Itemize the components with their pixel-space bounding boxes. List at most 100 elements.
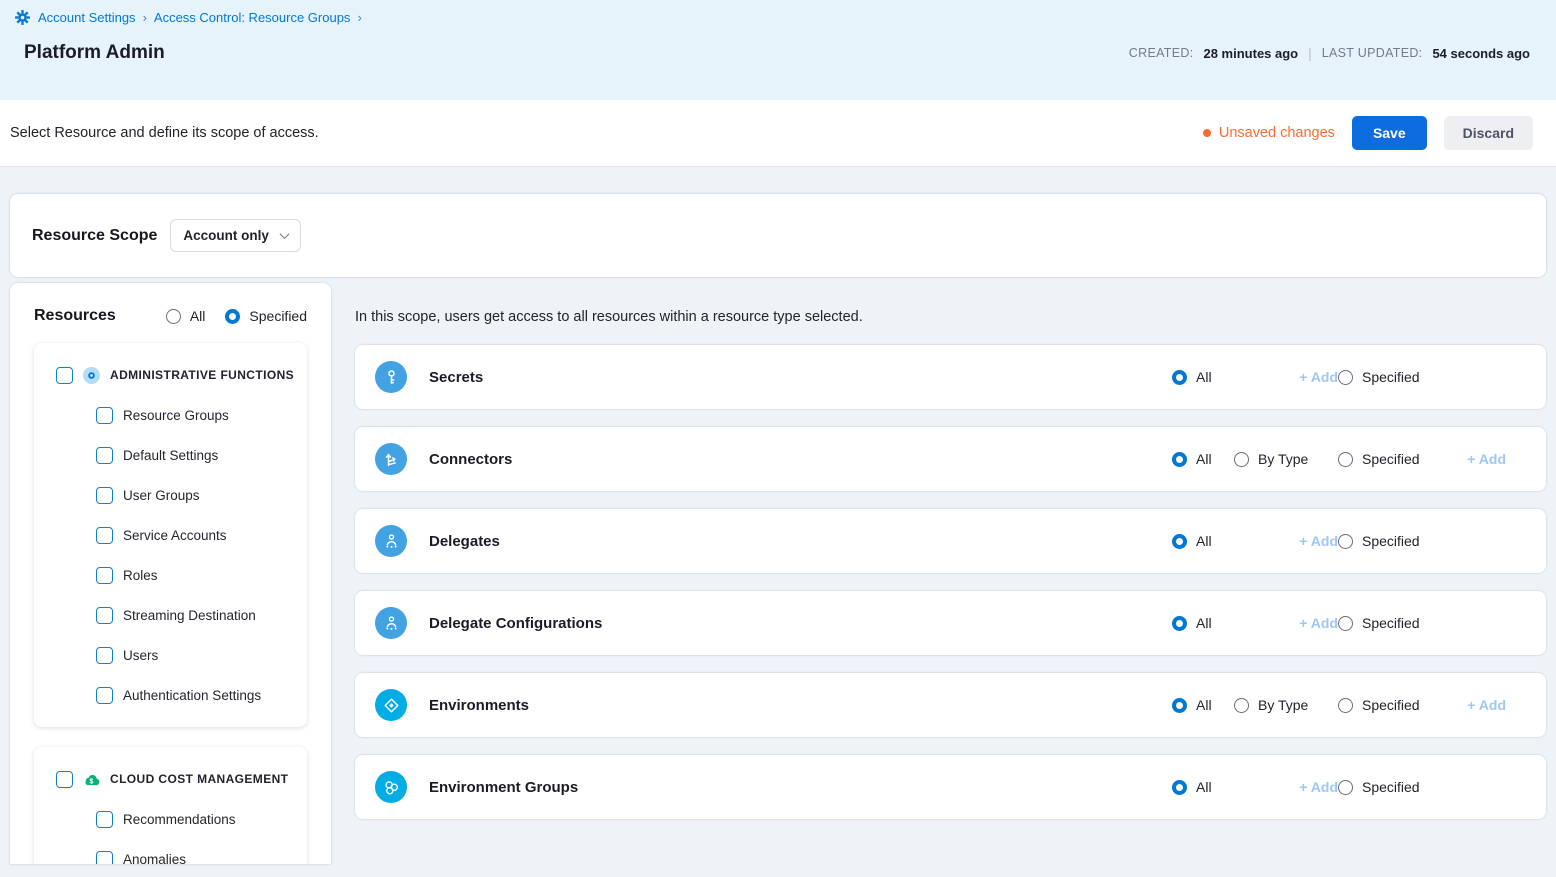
option-label: Specified [1362,451,1420,467]
connector-icon [375,443,407,475]
item-checkbox[interactable] [96,607,113,624]
option-label: By Type [1258,451,1308,467]
option-all[interactable]: All [1172,533,1234,549]
option-by-type[interactable]: By Type [1234,451,1338,467]
radio-icon[interactable] [1172,698,1187,713]
radio-icon[interactable] [1234,698,1249,713]
mode-option-label: All [190,308,206,324]
resource-tree-item[interactable]: Anomalies [34,839,307,864]
breadcrumb-access-control[interactable]: Access Control: Resource Groups [154,10,351,25]
save-button[interactable]: Save [1352,116,1427,150]
resource-tree-item[interactable]: Streaming Destination [34,595,307,635]
option-specified[interactable]: Specified [1338,615,1450,631]
resource-tree-item[interactable]: Authentication Settings [34,675,307,715]
breadcrumb-account-settings[interactable]: Account Settings [38,10,136,25]
item-checkbox[interactable] [96,447,113,464]
option-all[interactable]: All [1172,697,1234,713]
delegate-configurations-icon [375,607,407,639]
meta-divider: | [1308,45,1312,61]
option-label: Specified [1362,369,1420,385]
option-all[interactable]: All [1172,369,1234,385]
resource-tree-item-label: Streaming Destination [123,608,256,623]
resource-tree-item-label: Recommendations [123,812,236,827]
resources-mode-all[interactable]: All [166,308,206,324]
resource-tree-item-label: Roles [123,568,158,583]
resource-group-item[interactable]: $CLOUD COST MANAGEMENT [34,759,307,799]
item-checkbox[interactable] [96,407,113,424]
option-specified[interactable]: Specified [1338,697,1450,713]
timestamps: CREATED: 28 minutes ago | LAST UPDATED: … [1129,45,1530,61]
resource-tree-item[interactable]: User Groups [34,475,307,515]
radio-icon[interactable] [1338,534,1353,549]
resource-tree-item[interactable]: Roles [34,555,307,595]
unsaved-changes-badge: Unsaved changes [1203,125,1335,141]
radio-icon[interactable] [1172,616,1187,631]
resource-tree-item[interactable]: Recommendations [34,799,307,839]
item-checkbox[interactable] [96,527,113,544]
delegates-icon [375,525,407,557]
option-by-type[interactable]: By Type [1234,697,1338,713]
resource-tree-item[interactable]: Resource Groups [34,395,307,435]
resources-sidebar: Resources AllSpecified ADMINISTRATIVE FU… [10,283,331,864]
add-link[interactable]: + Add [1299,779,1338,795]
radio-icon[interactable] [1234,452,1249,467]
option-specified[interactable]: Specified [1338,369,1450,385]
option-label: By Type [1258,697,1308,713]
resource-group-item[interactable]: ADMINISTRATIVE FUNCTIONS [34,355,307,395]
option-label: All [1196,615,1212,631]
breadcrumb-separator: › [143,10,147,25]
option-label: Specified [1362,697,1420,713]
item-checkbox[interactable] [96,811,113,828]
radio-icon[interactable] [225,309,240,324]
svg-text:$: $ [89,777,93,785]
mode-option-label: Specified [249,308,307,324]
discard-button[interactable]: Discard [1444,116,1533,150]
radio-icon[interactable] [1338,452,1353,467]
resources-mode-specified[interactable]: Specified [225,308,307,324]
resource-tree-item-label: Default Settings [123,448,218,463]
option-all[interactable]: All [1172,451,1234,467]
radio-icon[interactable] [1338,370,1353,385]
radio-icon[interactable] [1172,534,1187,549]
resource-tree-item[interactable]: Default Settings [34,435,307,475]
add-link[interactable]: + Add [1299,533,1338,549]
resources-tree: ADMINISTRATIVE FUNCTIONSResource Groups D… [34,343,307,864]
resource-scope-dropdown[interactable]: Account only [170,219,301,252]
radio-icon[interactable] [1338,780,1353,795]
resource-type-name: Delegates [429,533,500,550]
resource-tree-item-label: Authentication Settings [123,688,261,703]
resource-scope-card: Resource Scope Account only [10,194,1546,277]
option-label: Specified [1362,615,1420,631]
item-checkbox[interactable] [96,851,113,865]
group-checkbox[interactable] [56,367,73,384]
resource-row-options: All Specified+ Add [1172,779,1506,795]
resource-tree-item[interactable]: Service Accounts [34,515,307,555]
item-checkbox[interactable] [96,687,113,704]
resource-tree-item[interactable]: Users [34,635,307,675]
option-all[interactable]: All [1172,615,1234,631]
option-specified[interactable]: Specified [1338,451,1450,467]
option-label: All [1196,451,1212,467]
radio-icon[interactable] [166,309,181,324]
resource-tree-item-label: Anomalies [123,852,186,865]
radio-icon[interactable] [1172,370,1187,385]
option-specified[interactable]: Specified [1338,779,1450,795]
radio-icon[interactable] [1172,452,1187,467]
option-specified[interactable]: Specified [1338,533,1450,549]
scope-description: In this scope, users get access to all r… [355,309,1546,325]
resource-type-name: Environments [429,697,529,714]
add-link[interactable]: + Add [1467,697,1506,713]
item-checkbox[interactable] [96,647,113,664]
item-checkbox[interactable] [96,487,113,504]
radio-icon[interactable] [1172,780,1187,795]
radio-icon[interactable] [1338,616,1353,631]
add-link[interactable]: + Add [1299,615,1338,631]
group-checkbox[interactable] [56,771,73,788]
last-updated-value: 54 seconds ago [1432,46,1530,61]
radio-icon[interactable] [1338,698,1353,713]
resource-row: ConnectorsAllBy TypeSpecified+ Add [355,427,1546,491]
add-link[interactable]: + Add [1299,369,1338,385]
option-all[interactable]: All [1172,779,1234,795]
item-checkbox[interactable] [96,567,113,584]
add-link[interactable]: + Add [1467,451,1506,467]
